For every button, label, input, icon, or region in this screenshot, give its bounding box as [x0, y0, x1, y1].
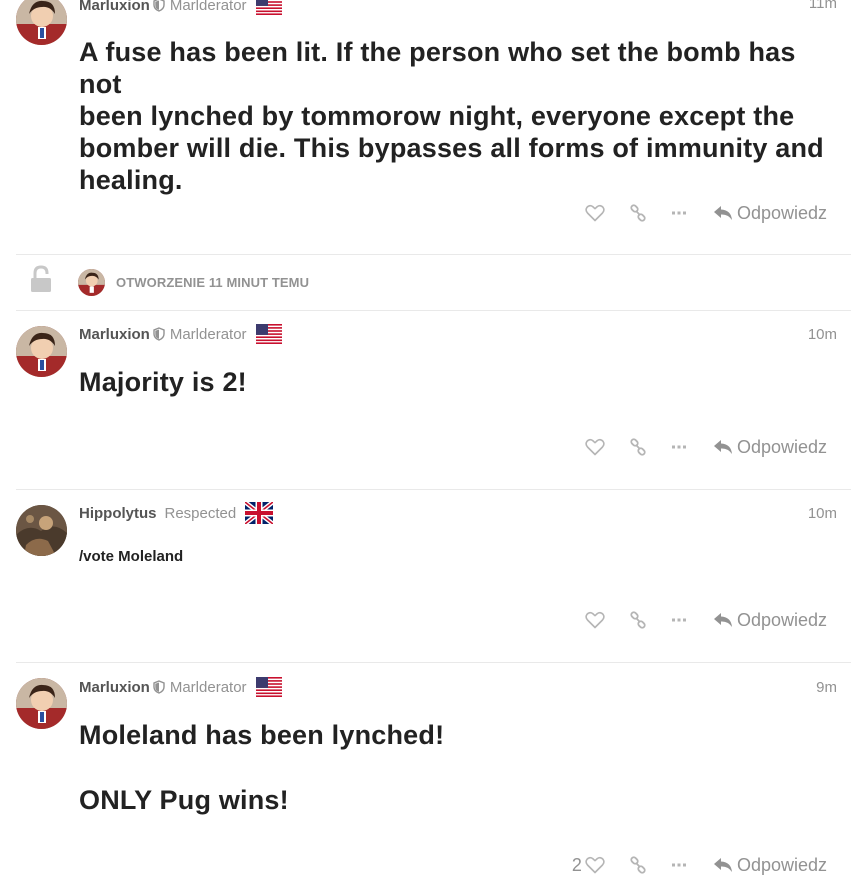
- user-title: Marlderator: [169, 0, 247, 14]
- copy-link-button[interactable]: [629, 856, 647, 874]
- post-body-line: bomber will die. This bypasses all forms…: [79, 133, 824, 163]
- more-options-button[interactable]: [671, 444, 687, 450]
- post-time[interactable]: 11m: [809, 0, 837, 12]
- post-body-line: healing.: [79, 165, 183, 195]
- us-flag-icon: [255, 677, 282, 697]
- heart-icon: [585, 438, 605, 456]
- post-body-line: ONLY Pug wins!: [79, 785, 289, 815]
- post-time[interactable]: 10m: [808, 505, 837, 522]
- user-title: Respected: [164, 504, 237, 522]
- link-icon: [630, 438, 646, 456]
- post-body-line: been lynched by tommorow night, everyone…: [79, 101, 795, 131]
- reply-label: Odpowiedz: [736, 436, 827, 457]
- reply-icon: [713, 858, 732, 872]
- ellipsis-icon: [671, 863, 686, 867]
- avatar[interactable]: [16, 678, 67, 729]
- link-icon: [630, 856, 646, 874]
- avatar[interactable]: [16, 505, 67, 556]
- post-time[interactable]: 10m: [808, 326, 837, 343]
- more-options-button[interactable]: [671, 210, 687, 216]
- link-icon: [630, 204, 646, 222]
- reply-icon: [713, 206, 732, 220]
- unlock-icon: [31, 265, 51, 292]
- username[interactable]: Marluxion: [79, 326, 150, 343]
- like-button[interactable]: [585, 438, 605, 456]
- post-body-line: Majority is 2!: [79, 367, 247, 397]
- heart-icon: [585, 856, 605, 874]
- post-body: /vote Moleland: [79, 548, 837, 565]
- post-body-line: A fuse has been lit. If the person who s…: [79, 37, 796, 99]
- username[interactable]: Marluxion: [79, 679, 150, 696]
- post-2: Marluxion Marlderator 10m Majority is 2!…: [0, 311, 867, 489]
- reply-label: Odpowiedz: [736, 854, 827, 875]
- like-button[interactable]: [585, 611, 605, 629]
- moderator-shield-icon: [153, 327, 165, 341]
- reply-icon: [713, 440, 732, 454]
- post-body: Moleland has been lynched! ONLY Pug wins…: [79, 719, 837, 816]
- like-button[interactable]: [585, 204, 605, 222]
- moderator-shield-icon: [153, 0, 165, 12]
- username[interactable]: Hippolytus: [79, 505, 157, 522]
- post-body-line: [79, 751, 837, 784]
- copy-link-button[interactable]: [629, 438, 647, 456]
- post-actions: Odpowiedz: [565, 198, 827, 228]
- post-1: Marluxion Marlderator 11m A fuse has bee…: [0, 0, 867, 255]
- uk-flag-icon: [245, 502, 274, 524]
- post-body-line: Moleland has been lynched!: [79, 720, 445, 750]
- copy-link-button[interactable]: [629, 611, 647, 629]
- ellipsis-icon: [671, 211, 686, 215]
- reply-button[interactable]: Odpowiedz: [713, 437, 827, 458]
- ellipsis-icon: [671, 618, 686, 622]
- post-meta: Marluxion Marlderator: [79, 675, 282, 699]
- post-meta: Marluxion Marlderator: [79, 0, 282, 17]
- post-actions: Odpowiedz: [565, 605, 827, 635]
- post-actions: Odpowiedz: [565, 432, 827, 462]
- avatar[interactable]: [78, 269, 105, 296]
- post-time[interactable]: 9m: [816, 679, 837, 696]
- reply-button[interactable]: Odpowiedz: [713, 203, 827, 224]
- topic-status-action: OTWORZENIE 11 MINUT TEMU: [0, 255, 867, 311]
- post-meta: Hippolytus Respected: [79, 501, 274, 525]
- avatar[interactable]: [16, 326, 67, 377]
- reply-button[interactable]: Odpowiedz: [713, 610, 827, 631]
- post-actions: 2 Odpowiedz: [552, 850, 827, 880]
- reply-icon: [713, 613, 732, 627]
- reply-label: Odpowiedz: [736, 202, 827, 223]
- more-options-button[interactable]: [671, 617, 687, 623]
- heart-icon: [585, 204, 605, 222]
- post-body: A fuse has been lit. If the person who s…: [79, 36, 837, 196]
- post-3: Hippolytus Respected 10m /vote Moleland …: [0, 490, 867, 663]
- heart-icon: [585, 611, 605, 629]
- post-body-line: /vote Moleland: [79, 548, 184, 565]
- reply-label: Odpowiedz: [736, 609, 827, 630]
- more-options-button[interactable]: [671, 862, 687, 868]
- us-flag-icon: [255, 324, 282, 344]
- post-4: Marluxion Marlderator 9m Moleland has be…: [0, 663, 867, 895]
- avatar[interactable]: [16, 0, 67, 45]
- user-title: Marlderator: [169, 678, 247, 696]
- action-description: OTWORZENIE 11 MINUT TEMU: [116, 275, 310, 290]
- like-button[interactable]: 2: [572, 855, 605, 876]
- user-title: Marlderator: [169, 325, 247, 343]
- ellipsis-icon: [671, 445, 686, 449]
- moderator-shield-icon: [153, 680, 165, 694]
- like-count[interactable]: 2: [572, 855, 582, 876]
- link-icon: [630, 611, 646, 629]
- us-flag-icon: [255, 0, 282, 15]
- post-body: Majority is 2!: [79, 366, 837, 398]
- copy-link-button[interactable]: [629, 204, 647, 222]
- username[interactable]: Marluxion: [79, 0, 150, 14]
- post-meta: Marluxion Marlderator: [79, 322, 282, 346]
- reply-button[interactable]: Odpowiedz: [713, 855, 827, 876]
